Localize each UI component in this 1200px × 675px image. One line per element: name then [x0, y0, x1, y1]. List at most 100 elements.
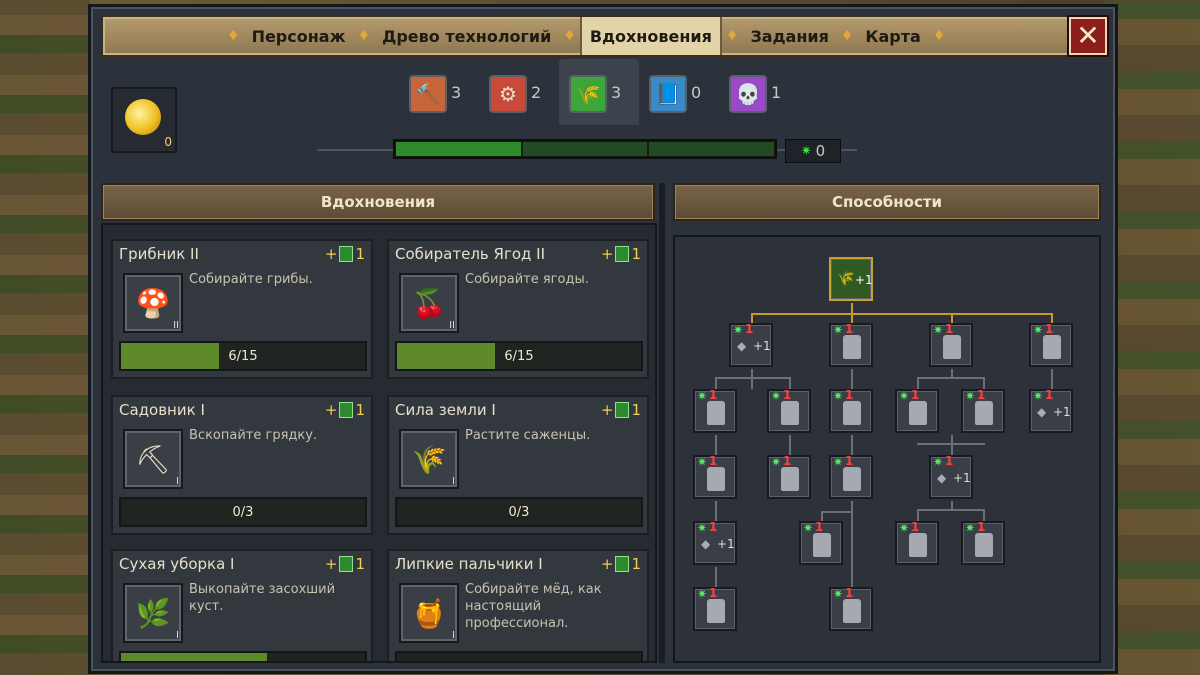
character-icon	[909, 401, 927, 425]
gem-icon: ✷	[899, 521, 910, 535]
ability-node[interactable]: ✷ 1	[895, 520, 939, 565]
tab-separator-icon: ♦	[563, 28, 576, 44]
tab-2[interactable]: Вдохновения	[579, 17, 722, 55]
ability-node[interactable]: ✷ 1	[693, 454, 737, 499]
gem-icon: ✷	[733, 323, 744, 337]
tab-0[interactable]: Персонаж	[244, 17, 354, 55]
ability-cost: 1	[709, 388, 718, 402]
tree-connector	[851, 501, 853, 587]
ability-node[interactable]: ✷ 1	[829, 388, 873, 433]
abilities-title: Способности	[831, 193, 943, 211]
gem-icon: ✷	[833, 323, 844, 337]
ability-cost: 1	[977, 520, 986, 534]
tab-3[interactable]: Задания	[742, 17, 836, 55]
card-description: Собирайте мёд, как настоящий профессиона…	[465, 582, 602, 631]
card-level: II	[449, 320, 455, 331]
ability-cost: 1	[911, 520, 920, 534]
inspiration-point-icon	[615, 402, 630, 418]
tree-connector	[751, 313, 1053, 315]
inspiration-card[interactable]: Грибник II +1 🍄 II Собирайте грибы. 6/15	[111, 239, 373, 379]
resource-tab-1[interactable]: ⚙ 2	[479, 59, 559, 125]
tree-connector	[917, 377, 985, 379]
ability-node[interactable]: ✷ 1	[693, 586, 737, 631]
character-icon	[943, 335, 961, 359]
inspiration-card[interactable]: Сухая уборка I +1 🌿 I Выкопайте засохший …	[111, 549, 373, 661]
resource-tab-2[interactable]: 🌾 3	[559, 59, 639, 125]
inspiration-card[interactable]: Садовник I +1 ⛏ I Вскопайте грядку. 0/3	[111, 395, 373, 535]
ability-node[interactable]: ✷ 1	[895, 388, 939, 433]
reward-amount: 1	[355, 245, 365, 263]
resource-tab-4[interactable]: 💀 1	[719, 59, 799, 125]
ability-tree: 🌾 +1 ✷ 1 ◆ +1 ✷ 1 ✷ 1 ✷ 1 ✷ 1 ✷ 1 ✷ 1 ✷ 1 ✷ 1 ✷ 1 ◆ +1 ✷ 1 ✷ 1 ✷ 1 ✷ 1 ◆ +1…	[673, 235, 1101, 663]
root-bonus: +1	[855, 273, 873, 287]
close-icon: ✕	[1076, 19, 1100, 52]
seed-icon: ◆	[701, 537, 711, 551]
ability-node[interactable]: ✷ 1 ◆ +1	[929, 454, 973, 499]
ability-node[interactable]: ✷ 1	[929, 322, 973, 367]
ability-cost: 1	[945, 454, 954, 468]
tab-separator-icon: ♦	[357, 28, 371, 44]
tab-list: ♦ Персонаж ♦ Древо технологий ♦ Вдохновения ♦ З…	[223, 17, 949, 55]
gem-icon: ✷	[833, 389, 844, 403]
character-icon	[707, 401, 725, 425]
ability-node[interactable]: ✷ 1	[961, 388, 1005, 433]
ability-node[interactable]: ✷ 1	[693, 388, 737, 433]
skull-icon: 💀	[729, 75, 767, 113]
bush-icon: 🌿 I	[123, 583, 183, 643]
ability-cost: 1	[745, 322, 754, 336]
ability-node[interactable]: ✷ 1	[799, 520, 843, 565]
tree-connector	[715, 377, 791, 379]
card-progress-bar: 0/3	[119, 497, 367, 527]
gem-icon: ✷	[965, 521, 976, 535]
tree-connector	[715, 501, 717, 521]
card-title: Сухая уборка I	[119, 555, 235, 573]
mushroom-icon: 🍄 II	[123, 273, 183, 333]
inspiration-card[interactable]: Сила земли I +1 🌾 I Растите саженцы. 0/3	[387, 395, 649, 535]
ability-node[interactable]: ✷ 1 ◆ +1	[1029, 388, 1073, 433]
ability-cost: 1	[1045, 322, 1054, 336]
resource-tab-3[interactable]: 📘 0	[639, 59, 719, 125]
ability-node[interactable]: ✷ 1 ◆ +1	[729, 322, 773, 367]
ability-node[interactable]: ✷ 1	[767, 454, 811, 499]
ability-node[interactable]: ✷ 1	[829, 322, 873, 367]
character-icon	[781, 467, 799, 491]
inspiration-point-icon	[339, 246, 354, 262]
ability-node[interactable]: ✷ 1	[767, 388, 811, 433]
gem-icon: ✷	[1033, 389, 1044, 403]
tree-connector	[751, 369, 753, 389]
inspiration-card[interactable]: Собиратель Ягод II +1 🍒 II Собирайте ягод…	[387, 239, 649, 379]
tab-separator-icon: ♦	[725, 28, 739, 44]
inspiration-progress-bar	[393, 139, 777, 159]
inspiration-card[interactable]: Липкие пальчики I +1 🍯 I Собирайте мёд, к…	[387, 549, 649, 661]
card-reward: +1	[600, 245, 641, 263]
inspiration-window: ♦ Персонаж ♦ Древо технологий ♦ Вдохновения ♦ З…	[88, 4, 1118, 674]
card-description: Вскопайте грядку.	[189, 428, 318, 443]
gem-icon: ✷	[899, 389, 910, 403]
ability-node[interactable]: ✷ 1	[1029, 322, 1073, 367]
ability-node[interactable]: ✷ 1	[961, 520, 1005, 565]
ability-node[interactable]: ✷ 1	[829, 454, 873, 499]
character-icon	[707, 467, 725, 491]
card-glyph: 🌾	[411, 442, 447, 476]
resource-count: 3	[611, 83, 622, 102]
character-icon	[781, 401, 799, 425]
tab-4[interactable]: Карта	[857, 17, 928, 55]
resource-count: 1	[771, 83, 782, 102]
ability-cost: 1	[783, 388, 792, 402]
ability-node[interactable]: ✷ 1	[829, 586, 873, 631]
tab-1[interactable]: Древо технологий	[374, 17, 559, 55]
ability-root-node[interactable]: 🌾 +1	[829, 257, 873, 301]
ability-cost: 1	[945, 322, 954, 336]
card-level: II	[173, 320, 179, 331]
reward-amount: 1	[631, 401, 641, 419]
inspirations-header: Вдохновения	[101, 183, 655, 221]
ability-node[interactable]: ✷ 1 ◆ +1	[693, 520, 737, 565]
card-progress-bar: 0/3	[395, 497, 643, 527]
tree-connector	[715, 435, 717, 455]
card-title: Собиратель Ягод II	[395, 245, 545, 263]
close-button[interactable]: ✕	[1069, 17, 1107, 55]
card-description: Собирайте ягоды.	[465, 272, 589, 287]
resource-tab-0[interactable]: 🔨 3	[399, 59, 479, 125]
book-icon: 📘	[649, 75, 687, 113]
inspirations-panel: Грибник II +1 🍄 II Собирайте грибы. 6/15 …	[101, 223, 657, 663]
